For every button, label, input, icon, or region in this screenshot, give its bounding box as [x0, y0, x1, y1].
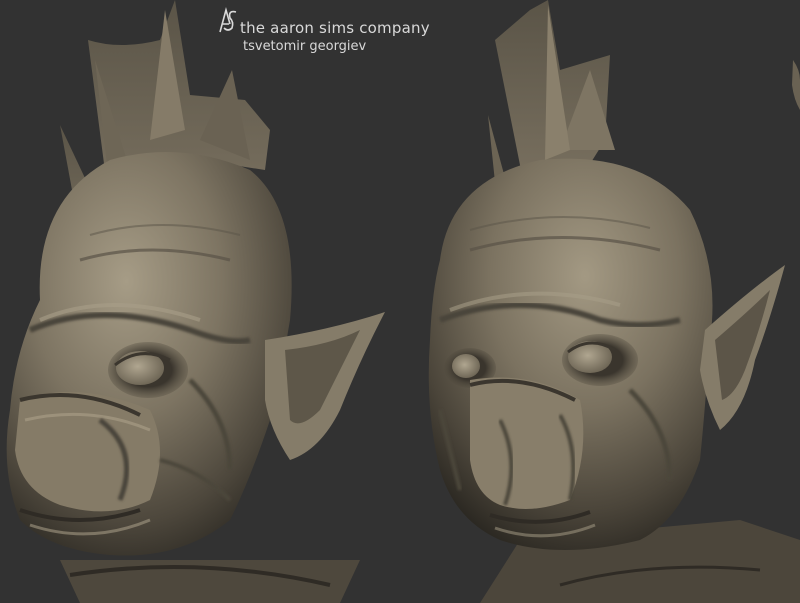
- render-stage: the aaron sims company tsvetomir georgie…: [0, 0, 800, 603]
- watermark-artist: tsvetomir georgiev: [243, 39, 367, 54]
- company-logo-icon: [219, 7, 237, 33]
- watermark-company: the aaron sims company: [240, 19, 430, 37]
- sculpt-render: [0, 0, 800, 603]
